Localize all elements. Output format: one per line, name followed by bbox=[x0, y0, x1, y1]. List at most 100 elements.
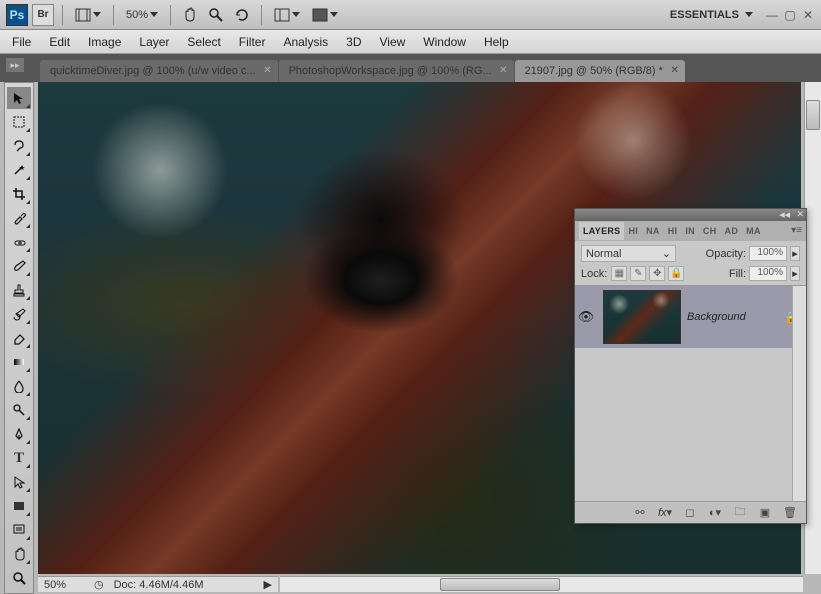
layer-name[interactable]: Background bbox=[687, 311, 746, 323]
zoom-tool-button[interactable] bbox=[205, 4, 227, 26]
stamp-tool[interactable] bbox=[7, 279, 31, 301]
bridge-icon[interactable]: Br bbox=[32, 4, 54, 26]
collapse-icon[interactable]: ◀◀ bbox=[779, 211, 790, 219]
layer-row[interactable]: 👁 Background 🔒 bbox=[575, 286, 806, 348]
layer-mask-button[interactable]: ◻ bbox=[682, 505, 698, 521]
arrange-documents-dropdown[interactable] bbox=[270, 8, 304, 22]
magnifier-icon bbox=[208, 7, 224, 23]
menu-layer[interactable]: Layer bbox=[139, 35, 169, 49]
menu-window[interactable]: Window bbox=[423, 35, 466, 49]
delete-layer-button[interactable]: 🗑 bbox=[782, 505, 798, 521]
eraser-tool[interactable] bbox=[7, 327, 31, 349]
heal-tool[interactable] bbox=[7, 231, 31, 253]
hand-tool-button[interactable] bbox=[179, 4, 201, 26]
lock-all-button[interactable]: 🔒 bbox=[668, 266, 684, 281]
close-icon[interactable]: ✕ bbox=[263, 65, 271, 76]
photoshop-icon[interactable]: Ps bbox=[6, 4, 28, 26]
new-layer-button[interactable]: ▣ bbox=[757, 505, 773, 521]
layer-style-button[interactable]: fx▾ bbox=[657, 505, 673, 521]
dodge-tool[interactable] bbox=[7, 399, 31, 421]
toggle-tabs-button[interactable]: ▸▸ bbox=[6, 58, 24, 72]
blur-tool[interactable] bbox=[7, 375, 31, 397]
panel-tab[interactable]: NA bbox=[642, 222, 664, 240]
close-icon[interactable]: ✕ bbox=[671, 65, 679, 76]
document-tab[interactable]: quicktimeDiver.jpg @ 100% (u/w video c..… bbox=[40, 60, 278, 82]
type-tool[interactable]: T bbox=[7, 447, 31, 469]
menu-filter[interactable]: Filter bbox=[239, 35, 266, 49]
crop-tool[interactable] bbox=[7, 183, 31, 205]
workspace-switcher[interactable]: ESSENTIALS bbox=[662, 9, 761, 21]
menu-help[interactable]: Help bbox=[484, 35, 509, 49]
chevron-right-icon[interactable]: ▸ bbox=[790, 246, 800, 261]
chevron-down-icon bbox=[292, 12, 300, 17]
workspace: T 50% ◷ Doc: 4.46M/4.46M ▶ ◀◀ ✕ LAYERS H… bbox=[0, 82, 821, 592]
marquee-tool[interactable] bbox=[7, 111, 31, 133]
status-zoom[interactable]: 50% bbox=[44, 579, 84, 591]
maximize-button[interactable]: ▢ bbox=[783, 8, 797, 22]
menu-edit[interactable]: Edit bbox=[49, 35, 70, 49]
close-icon[interactable]: ✕ bbox=[796, 209, 804, 220]
panel-tab[interactable]: AD bbox=[721, 222, 743, 240]
minimize-button[interactable]: — bbox=[765, 8, 779, 22]
gradient-tool[interactable] bbox=[7, 351, 31, 373]
fill-input[interactable]: 100% bbox=[749, 266, 787, 281]
lock-transparency-button[interactable]: ▦ bbox=[611, 266, 627, 281]
tab-label: PhotoshopWorkspace.jpg @ 100% (RG... bbox=[289, 65, 492, 77]
chevron-down-icon: ⌄ bbox=[662, 247, 671, 260]
menu-select[interactable]: Select bbox=[187, 35, 220, 49]
lasso-tool[interactable] bbox=[7, 135, 31, 157]
scroll-thumb[interactable] bbox=[440, 578, 560, 591]
menu-analysis[interactable]: Analysis bbox=[283, 35, 328, 49]
panel-tab[interactable]: HI bbox=[624, 222, 642, 240]
adjustment-layer-button[interactable]: ◐▾ bbox=[707, 505, 723, 521]
close-button[interactable]: ✕ bbox=[801, 8, 815, 22]
menu-file[interactable]: File bbox=[12, 35, 31, 49]
opacity-input[interactable]: 100% bbox=[749, 246, 787, 261]
zoom-tool[interactable] bbox=[7, 567, 31, 589]
document-tab[interactable]: PhotoshopWorkspace.jpg @ 100% (RG... ✕ bbox=[279, 60, 514, 82]
panel-tab-layers[interactable]: LAYERS bbox=[579, 222, 624, 240]
menu-3d[interactable]: 3D bbox=[346, 35, 361, 49]
rectangle-tool[interactable] bbox=[7, 495, 31, 517]
history-brush-tool[interactable] bbox=[7, 303, 31, 325]
link-layers-button[interactable]: ⚯ bbox=[632, 505, 648, 521]
scroll-thumb[interactable] bbox=[806, 100, 820, 130]
zoom-dropdown[interactable]: 50% bbox=[122, 9, 162, 21]
horizontal-scrollbar[interactable] bbox=[280, 576, 803, 592]
panel-titlebar[interactable]: ◀◀ ✕ bbox=[575, 209, 806, 221]
new-group-button[interactable]: 🗀 bbox=[732, 505, 748, 521]
blend-mode-select[interactable]: Normal ⌄ bbox=[581, 245, 676, 262]
panel-tab[interactable]: IN bbox=[681, 222, 699, 240]
panel-tab[interactable]: MA bbox=[742, 222, 765, 240]
lock-pixels-button[interactable]: ✎ bbox=[630, 266, 646, 281]
eyedropper-tool[interactable] bbox=[7, 207, 31, 229]
notes-tool[interactable] bbox=[7, 519, 31, 541]
wand-tool[interactable] bbox=[7, 159, 31, 181]
panel-menu-icon[interactable]: ▾≡ bbox=[791, 225, 802, 236]
chevron-right-icon[interactable]: ▸ bbox=[790, 266, 800, 281]
lock-position-button[interactable]: ✥ bbox=[649, 266, 665, 281]
panel-tab[interactable]: CH bbox=[699, 222, 721, 240]
rotate-view-button[interactable] bbox=[231, 4, 253, 26]
layer-list-scrollbar[interactable] bbox=[792, 286, 806, 501]
close-icon[interactable]: ✕ bbox=[499, 65, 507, 76]
screen-mode-dropdown[interactable] bbox=[308, 8, 342, 22]
layer-thumbnail[interactable] bbox=[603, 290, 681, 344]
hand-tool[interactable] bbox=[7, 543, 31, 565]
menu-image[interactable]: Image bbox=[88, 35, 121, 49]
menu-view[interactable]: View bbox=[379, 35, 405, 49]
chevron-right-icon[interactable]: ▶ bbox=[264, 578, 272, 591]
doc-info-icon[interactable]: ◷ bbox=[94, 578, 104, 591]
separator bbox=[113, 5, 114, 25]
pen-tool[interactable] bbox=[7, 423, 31, 445]
chevron-down-icon bbox=[330, 12, 338, 17]
brush-tool[interactable] bbox=[7, 255, 31, 277]
layer-list: 👁 Background 🔒 bbox=[575, 286, 806, 501]
view-extras-dropdown[interactable] bbox=[71, 8, 105, 22]
visibility-toggle[interactable]: 👁 bbox=[575, 309, 597, 325]
document-tab[interactable]: 21907.jpg @ 50% (RGB/8) * ✕ bbox=[515, 60, 685, 82]
panel-tab[interactable]: HI bbox=[664, 222, 682, 240]
path-select-tool[interactable] bbox=[7, 471, 31, 493]
zoom-value: 50% bbox=[126, 9, 148, 21]
move-tool[interactable] bbox=[7, 87, 31, 109]
